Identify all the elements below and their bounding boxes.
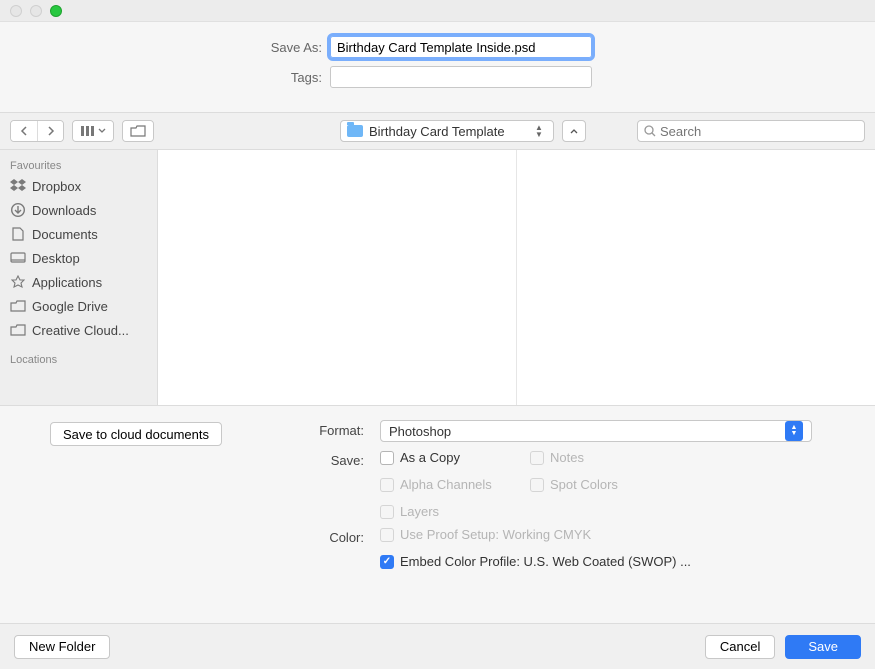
nav-forward-button[interactable] (37, 121, 63, 141)
sidebar-item-google-drive[interactable]: Google Drive (0, 294, 157, 318)
dropbox-icon (10, 178, 26, 194)
sidebar-item-applications[interactable]: Applications (0, 270, 157, 294)
sidebar-item-label: Applications (32, 275, 102, 290)
checkbox-layers: Layers (380, 504, 530, 519)
sidebar-favourites-header: Favourites (0, 156, 157, 174)
browser-column-2[interactable] (517, 150, 875, 405)
collapse-button[interactable] (562, 120, 586, 142)
format-popup[interactable]: Photoshop ▲▼ (380, 420, 812, 442)
sidebar-item-downloads[interactable]: Downloads (0, 198, 157, 222)
window-zoom-button[interactable] (50, 5, 62, 17)
tags-label: Tags: (0, 70, 330, 85)
checkbox-label: Layers (400, 504, 439, 519)
folder-icon (10, 298, 26, 314)
titlebar (0, 0, 875, 22)
sidebar-item-label: Documents (32, 227, 98, 242)
save-to-cloud-button[interactable]: Save to cloud documents (50, 422, 222, 446)
checkbox-label: Spot Colors (550, 477, 618, 492)
new-folder-button[interactable]: New Folder (14, 635, 110, 659)
checkbox-box (380, 451, 394, 465)
checkbox-label: Embed Color Profile: U.S. Web Coated (SW… (400, 554, 691, 569)
sidebar-item-label: Desktop (32, 251, 80, 266)
columns-icon (81, 126, 95, 136)
save-as-input[interactable] (330, 36, 592, 58)
chevron-down-icon (98, 128, 106, 134)
chevron-left-icon (20, 126, 28, 136)
save-as-label: Save As: (0, 40, 330, 55)
browser-column-1[interactable] (158, 150, 517, 405)
sidebar-item-desktop[interactable]: Desktop (0, 246, 157, 270)
checkbox-label: As a Copy (400, 450, 460, 465)
sidebar-locations-header: Locations (0, 350, 157, 368)
sidebar-item-dropbox[interactable]: Dropbox (0, 174, 157, 198)
chevron-up-icon (570, 128, 578, 134)
stepper-icon: ▲▼ (531, 124, 547, 138)
checkbox-box (380, 505, 394, 519)
sidebar: Favourites Dropbox Downloads Documents D… (0, 150, 158, 405)
sidebar-item-creative-cloud[interactable]: Creative Cloud... (0, 318, 157, 342)
save-as-form: Save As: Tags: (0, 22, 875, 112)
checkbox-label: Alpha Channels (400, 477, 492, 492)
checkbox-alpha-channels: Alpha Channels (380, 477, 530, 492)
downloads-icon (10, 202, 26, 218)
folder-outline-icon (130, 125, 146, 137)
save-button[interactable]: Save (785, 635, 861, 659)
file-browser: Favourites Dropbox Downloads Documents D… (0, 150, 875, 406)
checkbox-box (530, 451, 544, 465)
sidebar-item-label: Creative Cloud... (32, 323, 129, 338)
popup-arrows-icon: ▲▼ (785, 421, 803, 441)
search-icon (644, 125, 656, 137)
finder-toolbar: Birthday Card Template ▲▼ (0, 112, 875, 150)
color-options-label: Color: (20, 527, 380, 545)
folder-icon (347, 125, 363, 137)
sidebar-item-label: Dropbox (32, 179, 81, 194)
checkbox-spot-colors: Spot Colors (530, 477, 710, 492)
location-popup[interactable]: Birthday Card Template ▲▼ (340, 120, 554, 142)
applications-icon (10, 274, 26, 290)
sidebar-item-documents[interactable]: Documents (0, 222, 157, 246)
dialog-footer: New Folder Cancel Save (0, 623, 875, 669)
checkbox-label: Notes (550, 450, 584, 465)
search-field[interactable] (637, 120, 865, 142)
view-mode-select[interactable] (72, 120, 114, 142)
sidebar-item-label: Downloads (32, 203, 96, 218)
checkbox-label: Use Proof Setup: Working CMYK (400, 527, 591, 542)
documents-icon (10, 226, 26, 242)
window-close-button[interactable] (10, 5, 22, 17)
search-input[interactable] (660, 124, 858, 139)
checkbox-as-a-copy[interactable]: As a Copy (380, 450, 530, 465)
checkbox-box (380, 478, 394, 492)
chevron-right-icon (47, 126, 55, 136)
checkbox-box (530, 478, 544, 492)
group-button[interactable] (122, 120, 154, 142)
desktop-icon (10, 250, 26, 266)
cancel-button[interactable]: Cancel (705, 635, 775, 659)
save-options: Save to cloud documents Format: Photosho… (0, 406, 875, 569)
sidebar-item-label: Google Drive (32, 299, 108, 314)
checkbox-box (380, 528, 394, 542)
folder-icon (10, 322, 26, 338)
tags-input[interactable] (330, 66, 592, 88)
checkbox-box (380, 555, 394, 569)
location-folder-label: Birthday Card Template (369, 124, 505, 139)
checkbox-embed-color-profile[interactable]: Embed Color Profile: U.S. Web Coated (SW… (380, 554, 855, 569)
format-value: Photoshop (389, 424, 451, 439)
checkbox-notes: Notes (530, 450, 710, 465)
save-options-label: Save: (20, 450, 380, 468)
nav-back-button[interactable] (11, 121, 37, 141)
checkbox-use-proof-setup: Use Proof Setup: Working CMYK (380, 527, 855, 542)
window-minimize-button[interactable] (30, 5, 42, 17)
nav-back-forward (10, 120, 64, 142)
